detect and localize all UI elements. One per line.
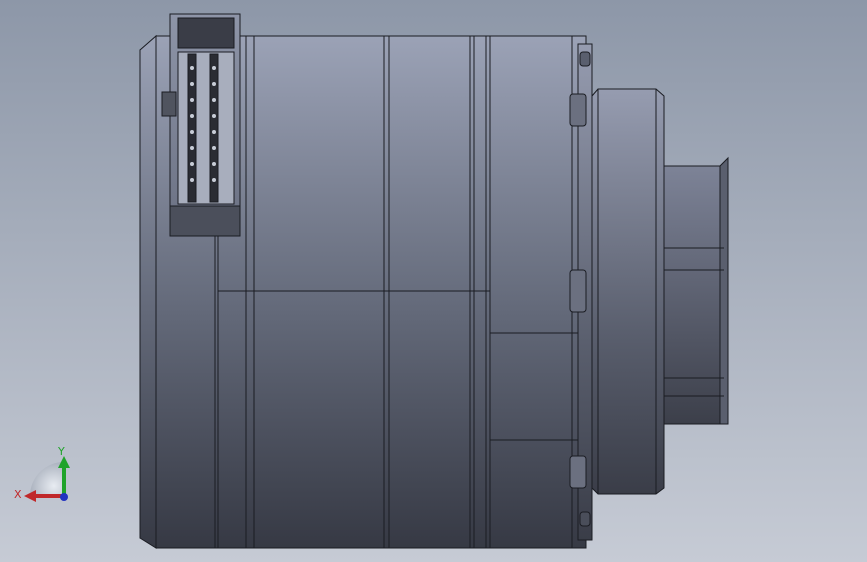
x-axis-label: X: [14, 488, 22, 501]
graphics-viewport[interactable]: Y X: [0, 0, 867, 562]
connector[interactable]: [161, 13, 241, 237]
output-shaft[interactable]: [663, 156, 729, 425]
y-axis-label: Y: [57, 445, 65, 458]
coordinate-triad[interactable]: Y X: [14, 445, 70, 502]
z-axis-icon: [60, 493, 68, 501]
output-flange[interactable]: [591, 88, 665, 495]
model-view[interactable]: Y X: [0, 0, 867, 562]
